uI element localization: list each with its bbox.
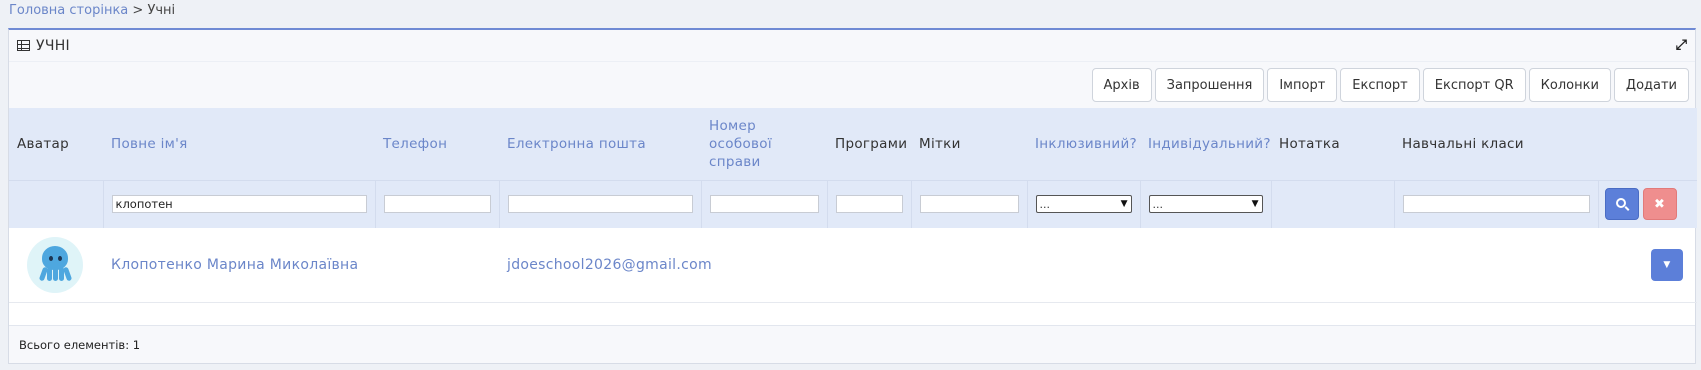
panel-header: УЧНІ ⤢ (9, 30, 1695, 62)
filter-tags-input[interactable] (919, 195, 1019, 214)
col-programs: Програми (827, 108, 911, 180)
clear-filters-button[interactable]: ✖ (1642, 188, 1677, 221)
students-table: Аватар Повне ім'я Телефон Електронна пош… (9, 108, 1697, 303)
student-classes (1394, 228, 1598, 303)
student-file-number (701, 228, 827, 303)
filter-avatar-cell (9, 179, 104, 228)
table-icon (17, 40, 30, 51)
close-icon: ✖ (1654, 196, 1665, 212)
col-tags: Мітки (911, 108, 1027, 180)
filter-individual-value: ... (1152, 197, 1164, 211)
filter-phone-input[interactable] (383, 195, 491, 214)
col-avatar: Аватар (9, 108, 103, 180)
student-name-link[interactable]: Клопотенко Марина Миколаївна (111, 257, 358, 273)
export-qr-button[interactable]: Експорт QR (1422, 68, 1526, 102)
table-footer: Всього елементів: 1 (9, 325, 1695, 363)
col-actions (1598, 108, 1697, 180)
col-classes: Навчальні класи (1394, 108, 1598, 180)
search-button[interactable] (1604, 188, 1639, 221)
panel-title: УЧНІ (36, 37, 70, 54)
col-inclusive[interactable]: Інклюзивний? (1027, 108, 1140, 180)
filter-individual-select[interactable]: ... ▼ (1148, 195, 1263, 214)
toolbar: Архів Запрошення Імпорт Експорт Експорт … (9, 62, 1695, 108)
breadcrumb-home-link[interactable]: Головна сторінка (9, 3, 128, 18)
table-row: Клопотенко Марина Миколаївна jdoeschool2… (9, 228, 1697, 303)
col-individual[interactable]: Індивідуальний? (1140, 108, 1271, 180)
student-inclusive (1027, 228, 1140, 303)
col-email[interactable]: Електронна пошта (499, 108, 701, 180)
header-row: Аватар Повне ім'я Телефон Електронна пош… (9, 108, 1697, 180)
student-programs (827, 228, 911, 303)
invitations-button[interactable]: Запрошення (1154, 68, 1265, 102)
chevron-down-icon: ▼ (1120, 199, 1128, 210)
add-button[interactable]: Додати (1613, 68, 1689, 102)
caret-down-icon: ▼ (1663, 259, 1671, 270)
row-actions-dropdown-button[interactable]: ▼ (1651, 248, 1683, 281)
filter-email-input[interactable] (507, 195, 693, 214)
breadcrumb-separator: > (132, 3, 144, 18)
filter-classes-input[interactable] (1402, 195, 1590, 214)
archive-button[interactable]: Архів (1091, 68, 1152, 102)
search-icon (1615, 198, 1626, 209)
student-tags (911, 228, 1027, 303)
student-individual (1140, 228, 1271, 303)
col-phone[interactable]: Телефон (375, 108, 499, 180)
columns-button[interactable]: Колонки (1528, 68, 1611, 102)
breadcrumb-current: Учні (147, 3, 176, 18)
chevron-down-icon: ▼ (1251, 199, 1259, 210)
total-count-label: Всього елементів: 1 (19, 337, 141, 352)
expand-arrows-icon[interactable]: ⤢ (1676, 37, 1687, 53)
filter-full-name-input[interactable] (111, 195, 367, 214)
filter-row: ... ▼ ... ▼ ✖ (9, 179, 1697, 228)
student-note (1271, 228, 1394, 303)
col-note: Нотатка (1271, 108, 1394, 180)
row-avatar-cell (9, 228, 103, 303)
col-file-number[interactable]: Номер особової справи (701, 108, 827, 180)
filter-note-cell (1271, 179, 1395, 228)
filter-programs-input[interactable] (835, 195, 903, 214)
import-button[interactable]: Імпорт (1267, 68, 1338, 102)
filter-inclusive-value: ... (1039, 197, 1051, 211)
students-panel: УЧНІ ⤢ Архів Запрошення Імпорт Експорт Е… (8, 28, 1697, 364)
filter-file-number-input[interactable] (709, 195, 819, 214)
export-button[interactable]: Експорт (1340, 68, 1420, 102)
breadcrumb: Головна сторінка > Учні (9, 3, 175, 18)
student-email-link[interactable]: jdoeschool2026@gmail.com (507, 257, 712, 273)
octopus-avatar-icon (27, 236, 83, 293)
col-full-name[interactable]: Повне ім'я (103, 108, 375, 180)
filter-inclusive-select[interactable]: ... ▼ (1035, 195, 1132, 214)
